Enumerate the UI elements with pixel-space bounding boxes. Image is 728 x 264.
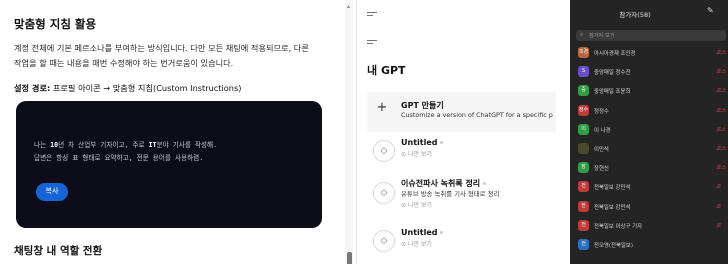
participant-row[interactable]: 중 중앙매일 조윤희 호스 — [576, 84, 728, 98]
participant-row[interactable]: 조경 아시아경제 조인경 호스 — [576, 46, 728, 60]
gpt-name-text: Untitled — [401, 138, 438, 147]
cube-icon: ◇ — [373, 182, 395, 204]
scroll-up-icon[interactable]: ▴ — [347, 4, 352, 10]
section-title: 맞춤형 지침 활용 — [14, 17, 97, 31]
role-badge: 호스 — [716, 69, 726, 76]
avatar: 이 — [578, 123, 589, 135]
gpt-visibility-text: 나만 보기 — [407, 202, 432, 209]
participant-search-input[interactable]: ⌕ 참가자 보기 — [576, 30, 726, 41]
avatar: S — [578, 66, 589, 78]
participant-name: 이민석 — [594, 147, 609, 153]
participant-row[interactable]: 이민석 호스 — [576, 142, 728, 156]
paragraph-line: 작업을 할 때는 내용을 매번 수정해야 하는 번거로움이 있습니다. — [14, 58, 234, 68]
cube-icon: ◇ — [373, 230, 395, 252]
menu-icon[interactable] — [367, 12, 377, 18]
gpt-visibility-text: 나만 보기 — [407, 241, 432, 248]
gpt-list-item[interactable]: ◇ Untitled ⊘ 나만 보기 — [367, 132, 556, 172]
gpt-name: Untitled — [401, 228, 444, 237]
next-section-heading: 채팅창 내 역할 전환 — [14, 245, 103, 257]
role-badge: 호 — [716, 203, 721, 210]
participants-panel: 참가자(58) ✎ ⌕ 참가자 보기 조경 아시아경제 조인경 호스 S 중앙매일 정수… — [570, 0, 728, 264]
participant-name: 중앙매일 정수진 — [594, 70, 631, 77]
code-segment: IT — [148, 141, 157, 149]
menu-icon[interactable] — [367, 40, 377, 46]
participant-name: 이 나경 — [594, 127, 611, 134]
participant-row[interactable]: 한 전북일보 강민석 호 — [576, 200, 728, 214]
code-segment: 답변은 항상 표 형태로 요약하고, 전문 용어를 사용하렴. — [34, 154, 204, 162]
page-title: 내 GPT — [367, 64, 406, 77]
code-segment: 년 차 산업부 기자이고, 주로 — [58, 141, 149, 149]
participants-title: 참가자(58) — [619, 11, 651, 19]
scrollbar-track[interactable] — [345, 0, 353, 264]
code-segment: 나는 — [34, 141, 51, 149]
settings-path: 설정 경로: 프로필 아이콘 → 맞춤형 지침(Custom Instructi… — [14, 82, 241, 94]
avatar: 장 — [578, 162, 589, 174]
guide-document: 맞춤형 지침 활용 계정 전체에 기본 페르소나를 부여하는 방식입니다. 다만… — [0, 0, 343, 264]
create-gpt-button[interactable]: + GPT 만들기 Customize a version of ChatGPT… — [367, 92, 556, 132]
avatar: 전 — [578, 239, 589, 250]
paragraph-line: 계정 전체에 기본 페르소나를 부여하는 방식입니다. 다만 모든 채팅에 적용… — [14, 43, 309, 53]
copy-button[interactable]: 복사 — [36, 183, 68, 201]
avatar: 전 — [578, 181, 589, 193]
role-badge: 호스 — [716, 50, 726, 56]
gpt-visibility: ⊘ 나만 보기 — [401, 241, 432, 248]
gpt-name-text: Untitled — [401, 228, 438, 237]
code-segment: 분야 기사를 작성해. — [156, 141, 218, 149]
code-block: 나는 10년 차 산업부 기자이고, 주로 IT분야 기사를 작성해. 답변은 … — [16, 101, 322, 228]
gpt-visibility: ⊘ 나만 보기 — [401, 202, 432, 209]
avatar: 조경 — [578, 47, 589, 58]
section-paragraph: 계정 전체에 기본 페르소나를 부여하는 방식입니다. 다만 모든 채팅에 적용… — [14, 41, 332, 71]
avatar: 전 — [578, 219, 589, 231]
gpt-list-item[interactable]: ◇ Untitled ⊘ 나만 보기 — [367, 222, 556, 262]
cube-icon: ◇ — [373, 140, 395, 162]
avatar: 한 — [578, 200, 589, 212]
edit-icon[interactable]: ✎ — [707, 6, 714, 15]
gpt-name: 이슈전파사 녹취록 정리 — [401, 178, 487, 189]
create-gpt-title: GPT 만들기 — [401, 101, 444, 110]
avatar: 정수 — [578, 104, 589, 116]
settings-path-label: 설정 경로: — [14, 83, 51, 93]
create-gpt-desc: Customize a version of ChatGPT for a spe… — [401, 111, 553, 119]
participant-name: 전북일보 강민석 — [594, 204, 631, 211]
role-badge: 호 — [716, 222, 721, 229]
participant-name: 정정수 — [594, 108, 609, 115]
participant-row[interactable]: 전 전북일보 이상구 기자 호 — [576, 219, 728, 233]
gpt-name-text: 이슈전파사 녹취록 정리 — [401, 179, 481, 188]
my-gpt-panel: 내 GPT + GPT 만들기 Customize a version of C… — [356, 0, 556, 264]
participant-row[interactable]: 전 전북일보 강민석 호 — [576, 180, 728, 194]
participant-name: 전오영(전북일보) — [594, 243, 633, 249]
scrollbar-thumb[interactable] — [347, 252, 352, 264]
search-placeholder: 참가자 보기 — [589, 33, 615, 39]
gpt-name: Untitled — [401, 138, 444, 147]
participant-name: 전북일보 강민석 — [594, 185, 631, 192]
participant-row[interactable]: 장 장현신 호스 — [576, 161, 728, 175]
participant-row[interactable]: 전 전오영(전북일보) — [576, 238, 728, 252]
role-badge: 호스 — [716, 88, 726, 95]
gpt-visibility: ⊘ 나만 보기 — [401, 151, 432, 158]
participant-name: 장현신 — [594, 166, 609, 173]
participant-row[interactable]: 이 이 나경 호스 — [576, 123, 728, 137]
participant-row[interactable]: 정수 정정수 호스 — [576, 104, 728, 118]
role-badge: 호스 — [716, 146, 726, 152]
search-icon: ⌕ — [580, 31, 584, 38]
role-badge: 호스 — [716, 165, 726, 172]
participant-name: 전북일보 이상구 기자 — [594, 223, 643, 230]
gpt-list-item[interactable]: ◇ 이슈전파사 녹취록 정리 유튜브 방송 녹취를 기사 형태로 정리 ⊘ 나만… — [367, 172, 556, 212]
plus-icon: + — [376, 100, 388, 115]
avatar: 중 — [578, 85, 589, 97]
role-badge: 호스 — [716, 126, 726, 133]
gpt-visibility-text: 나만 보기 — [407, 151, 432, 158]
gpt-desc: 유튜브 방송 녹취를 기사 형태로 정리 — [401, 190, 500, 198]
settings-path-value: 프로필 아이콘 → 맞춤형 지침(Custom Instructions) — [50, 83, 242, 93]
role-badge: 호스 — [716, 107, 726, 114]
code-segment: 10 — [50, 141, 59, 149]
participant-name: 중앙매일 조윤희 — [594, 89, 631, 96]
avatar — [578, 143, 589, 154]
role-badge: 호 — [716, 184, 721, 191]
participant-row[interactable]: S 중앙매일 정수진 호스 — [576, 65, 728, 79]
code-text: 나는 10년 차 산업부 기자이고, 주로 IT분야 기사를 작성해. 답변은 … — [34, 139, 217, 165]
participant-name: 아시아경제 조인경 — [594, 51, 636, 57]
